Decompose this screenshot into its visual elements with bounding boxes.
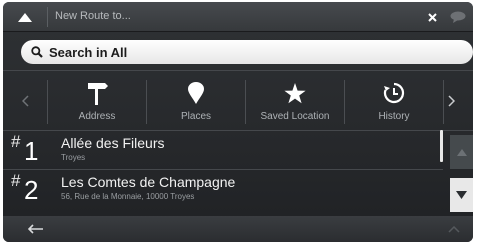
signpost-icon (88, 83, 108, 105)
speech-bubble-icon (450, 11, 466, 23)
result-detail: 56, Rue de la Monnaie, 10000 Troyes (61, 192, 195, 201)
divider (3, 70, 473, 71)
category-label: History (378, 111, 410, 122)
category-label: Address (78, 111, 116, 122)
chevron-up-icon (448, 225, 460, 233)
star-icon (284, 82, 306, 103)
arrow-up-icon (456, 148, 467, 156)
result-row[interactable]: # 2 Les Comtes de Champagne 56, Rue de l… (3, 171, 443, 209)
search-button[interactable]: Search in All (21, 40, 473, 64)
top-bar: New Route to... (3, 2, 473, 32)
scroll-left-button[interactable] (3, 72, 47, 130)
scroll-right-button[interactable] (429, 72, 473, 130)
divider (3, 130, 473, 131)
chevron-right-icon (447, 95, 455, 107)
clear-button[interactable] (423, 8, 441, 26)
pin-icon (188, 82, 204, 104)
result-detail: Troyes (61, 153, 86, 162)
back-button[interactable] (21, 220, 51, 238)
category-bar: Address Places Saved Location History (3, 72, 473, 130)
voice-button[interactable] (447, 7, 469, 27)
scroll-indicator[interactable] (440, 130, 443, 162)
arrow-down-icon (456, 191, 467, 199)
history-icon (383, 82, 405, 104)
search-label: Search in All (49, 44, 128, 60)
result-name: Les Comtes de Champagne (61, 174, 236, 190)
navigation-screen: New Route to... Search in All Address Pl… (3, 2, 473, 242)
category-saved-location[interactable]: Saved Location (246, 72, 344, 130)
category-label: Saved Location (260, 111, 330, 122)
result-number: 2 (24, 175, 39, 205)
category-label: Places (180, 111, 211, 122)
chevron-left-icon (21, 95, 29, 107)
result-number: 1 (24, 136, 39, 166)
category-places[interactable]: Places (147, 72, 245, 130)
result-row[interactable]: # 1 Allée des Fileurs Troyes (3, 132, 443, 170)
category-address[interactable]: Address (48, 72, 146, 130)
scroll-up-button[interactable] (450, 135, 473, 169)
search-icon (31, 46, 43, 58)
result-hash: # (11, 132, 21, 151)
triangle-up-icon (18, 12, 32, 22)
result-hash: # (11, 171, 21, 190)
divider (3, 169, 443, 170)
result-name: Allée des Fileurs (61, 135, 165, 151)
arrow-left-icon (28, 224, 43, 234)
bottom-bar (3, 216, 473, 242)
route-input-title[interactable]: New Route to... (55, 10, 131, 22)
menu-button[interactable] (3, 2, 47, 32)
more-button[interactable] (439, 220, 469, 238)
close-icon (427, 12, 437, 22)
scroll-down-button[interactable] (450, 178, 473, 212)
divider (47, 7, 48, 27)
